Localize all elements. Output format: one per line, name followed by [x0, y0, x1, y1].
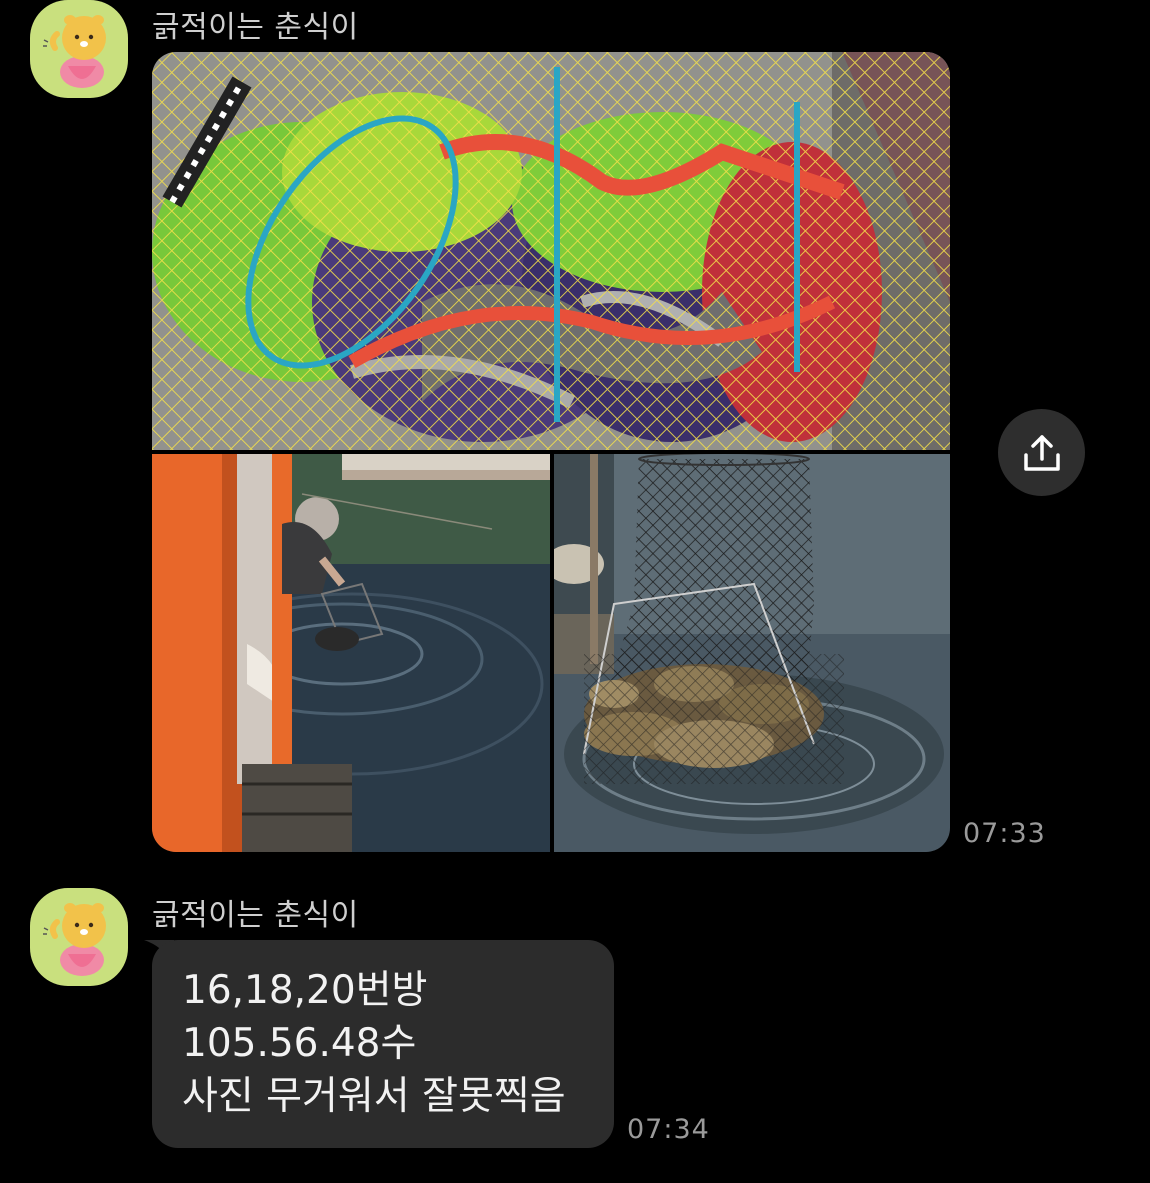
photo-person-lifting-net[interactable]	[152, 454, 550, 852]
message-bubble[interactable]: 16,18,20번방 105.56.48수 사진 무거워서 잘못찍음	[152, 940, 614, 1148]
sender-avatar[interactable]	[30, 0, 128, 98]
message-line: 16,18,20번방	[182, 968, 428, 1013]
message-timestamp: 07:34	[627, 1114, 710, 1145]
photo-grid	[152, 52, 950, 852]
photo-fishing-net[interactable]	[152, 52, 950, 450]
sender-name: 긁적이는 춘식이	[152, 10, 359, 45]
message-line: 사진 무거워서 잘못찍음	[182, 1074, 566, 1119]
sender-avatar[interactable]	[30, 888, 128, 986]
chunsik-character-icon	[43, 15, 106, 88]
chunsik-character-icon	[43, 903, 106, 976]
photo-keepnet-fish[interactable]	[554, 454, 950, 852]
photo-keepnet-fish-image	[554, 454, 950, 852]
message-line: 105.56.48수	[182, 1021, 417, 1066]
photo-person-lifting-net-image	[152, 454, 550, 852]
share-button[interactable]	[998, 409, 1085, 496]
share-upload-icon	[1023, 434, 1060, 471]
photo-fishing-net-image	[152, 52, 950, 450]
message-timestamp: 07:33	[963, 818, 1046, 849]
sender-name: 긁적이는 춘식이	[152, 898, 359, 933]
